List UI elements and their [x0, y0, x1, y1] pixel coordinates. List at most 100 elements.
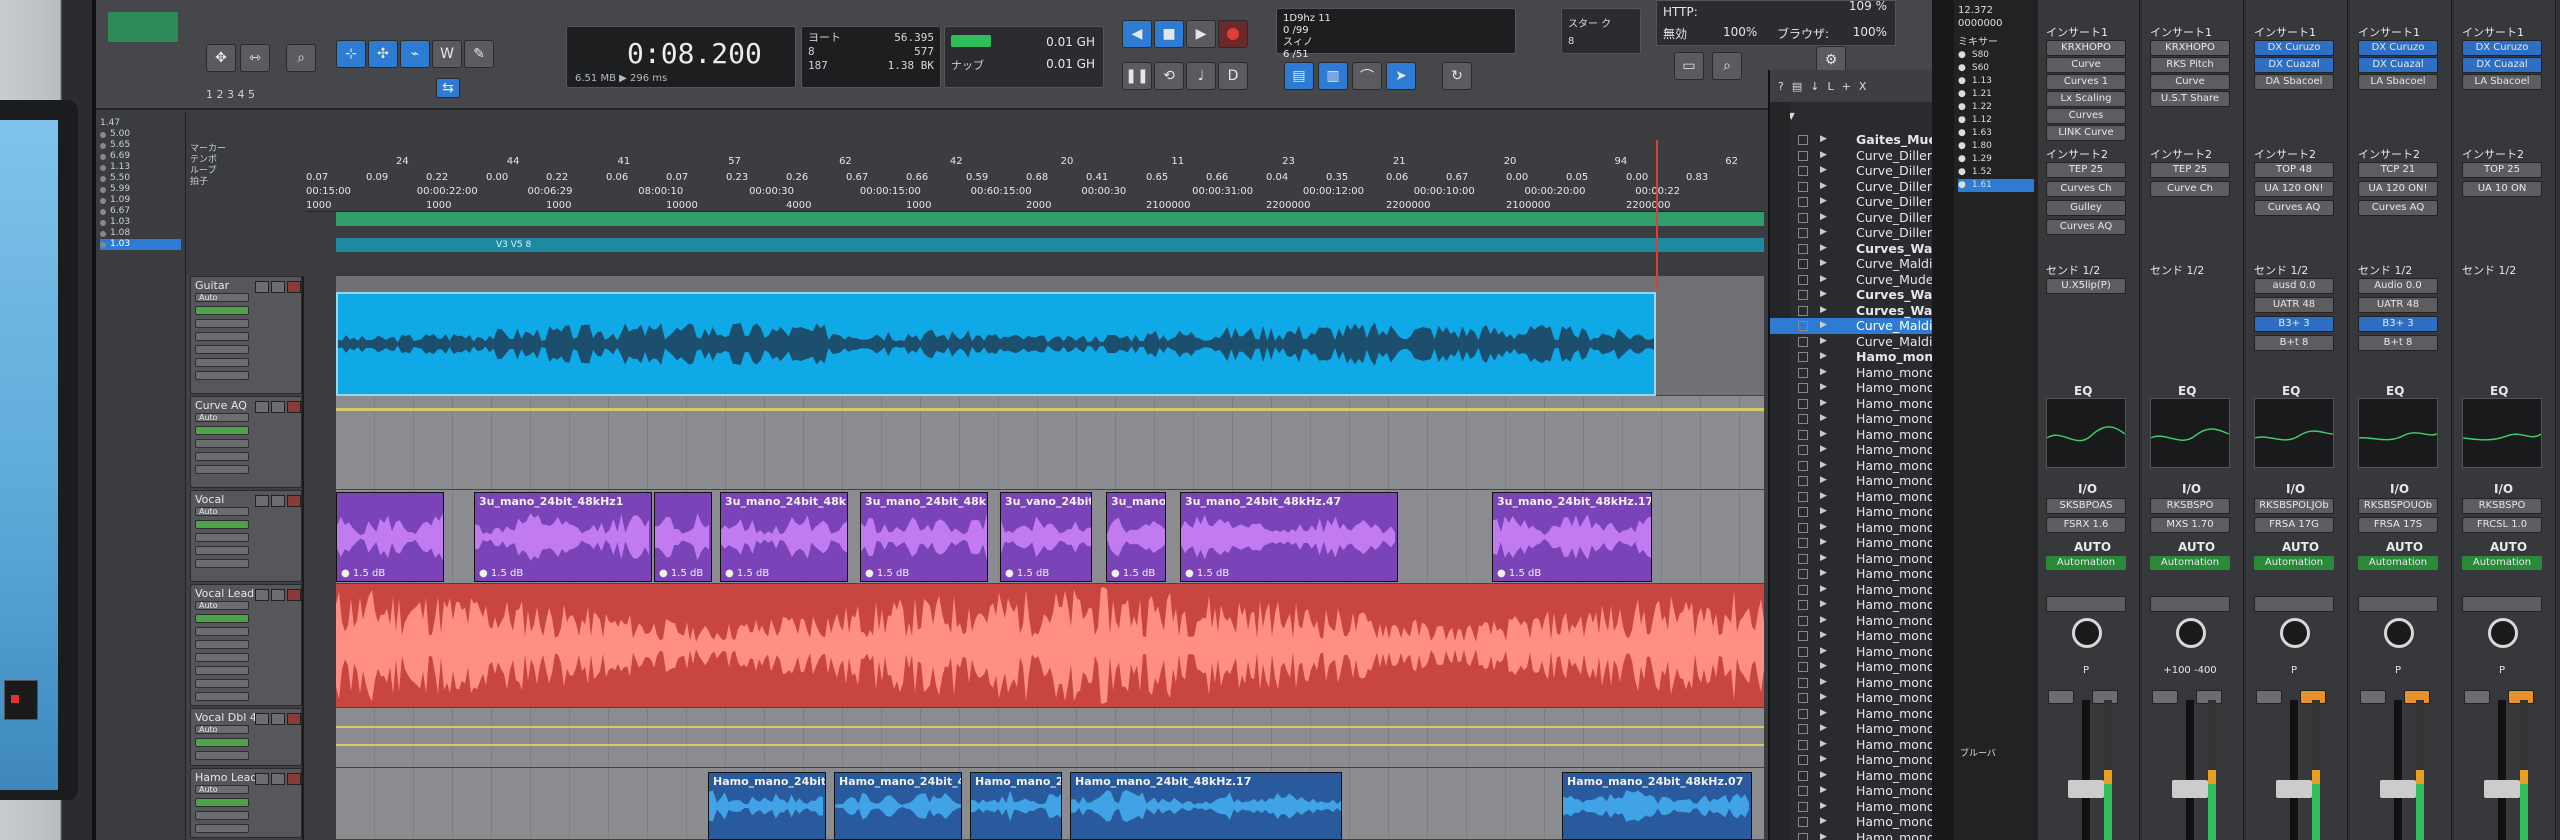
checkbox-icon[interactable] [1798, 445, 1808, 455]
checkbox-icon[interactable] [1798, 755, 1808, 765]
automation-mode-button[interactable]: Automation [2254, 556, 2334, 570]
insert-slot[interactable]: Gulley [2046, 200, 2126, 216]
expand-arrow-icon[interactable]: ▶ [1820, 675, 1827, 691]
output-selector[interactable]: FRSA 17S [2358, 517, 2438, 533]
expand-arrow-icon[interactable]: ▶ [1820, 427, 1827, 443]
send-slot[interactable]: B3+ 3 [2358, 316, 2438, 332]
track-header[interactable]: Vocal Auto [190, 490, 302, 582]
checkbox-icon[interactable] [1798, 429, 1808, 440]
expand-arrow-icon[interactable]: ▶ [1820, 504, 1827, 520]
checkbox-icon[interactable] [1798, 662, 1808, 672]
track-control[interactable] [195, 666, 249, 675]
track-header[interactable]: Curve AQ Auto [190, 396, 302, 488]
volume-fader-handle[interactable] [2276, 780, 2312, 798]
record-button[interactable] [1218, 20, 1248, 48]
hamo-clip[interactable]: Hamo_mano_24bit_48kHz.11 [834, 772, 962, 840]
output-selector[interactable]: FSRX 1.6 [2046, 517, 2126, 533]
checkbox-icon[interactable] [1798, 274, 1808, 285]
checkbox-icon[interactable] [1798, 770, 1808, 781]
insert-slot[interactable]: U.S.T Share [2150, 91, 2230, 107]
track-header[interactable]: Hamo Lead Auto [190, 768, 302, 838]
checkbox-icon[interactable] [1798, 615, 1808, 626]
checkbox-icon[interactable] [1798, 693, 1808, 703]
expand-arrow-icon[interactable]: ▶ [1820, 380, 1827, 396]
expand-arrow-icon[interactable]: ▶ [1820, 365, 1827, 381]
mixer-toggle-icon[interactable]: ▥ [1318, 62, 1348, 90]
checkbox-icon[interactable] [1798, 197, 1808, 207]
vocal-clip[interactable]: 3u_mano_24bit_48kHz.17 ● 1.5 dB [1492, 492, 1652, 582]
vocal-clip[interactable]: ● 1.5 dB [336, 492, 444, 582]
hamo-clip[interactable]: Hamo_mano_24bit_48kHz.07 [1562, 772, 1752, 840]
send-slot[interactable]: B+t 8 [2358, 335, 2438, 351]
track-control[interactable] [195, 426, 249, 435]
insert-slot[interactable]: DX Curuzo [2254, 40, 2334, 56]
vocal-clip[interactable]: 3u_mano_24bit_48kHz2 ● 1.5 dB [720, 492, 848, 582]
solo-button[interactable] [271, 495, 285, 507]
track-control[interactable] [195, 332, 249, 341]
checkbox-icon[interactable] [1798, 832, 1808, 840]
checkbox-icon[interactable] [1798, 786, 1808, 796]
output-selector[interactable]: FRSA 17G [2254, 517, 2334, 533]
expand-arrow-icon[interactable]: ▶ [1820, 706, 1827, 722]
eq-display[interactable] [2358, 398, 2438, 468]
checkbox-icon[interactable] [1798, 801, 1808, 812]
track-control[interactable] [195, 640, 249, 649]
insert-slot[interactable]: LINK Curve [2046, 125, 2126, 141]
automation-read-button[interactable] [2462, 596, 2542, 612]
checkbox-icon[interactable] [1798, 724, 1808, 734]
eq-display[interactable] [2254, 398, 2334, 468]
expand-arrow-icon[interactable]: ▶ [1820, 318, 1827, 334]
mute-button[interactable] [255, 773, 269, 785]
record-mode-indicator[interactable] [108, 12, 178, 42]
checkbox-icon[interactable] [1798, 352, 1808, 362]
track-control[interactable] [195, 533, 249, 542]
expand-arrow-icon[interactable]: ▶ [1820, 396, 1827, 412]
expand-arrow-icon[interactable]: ▶ [1820, 458, 1827, 474]
insert-slot[interactable]: TCP 21 [2358, 162, 2438, 178]
expand-arrow-icon[interactable]: ▶ [1820, 768, 1827, 784]
insert-slot[interactable]: Curves AQ [2358, 200, 2438, 216]
track-overview-item[interactable]: 6.69 [100, 151, 181, 162]
track-control[interactable] [195, 692, 249, 701]
play-button[interactable]: ▶ [1186, 20, 1216, 48]
insert-slot[interactable]: DX Cuazal [2358, 57, 2438, 73]
view-toggle-icon[interactable]: ▤ [1284, 62, 1314, 90]
track-overview-item[interactable]: 6.67 [100, 206, 181, 217]
track-automation-control[interactable]: Auto [195, 413, 249, 422]
expand-arrow-icon[interactable]: ▶ [1820, 210, 1827, 226]
insert-slot[interactable]: UA 10 ON [2462, 181, 2542, 197]
window-icon[interactable]: ▭ [1674, 52, 1704, 80]
input-selector[interactable]: RKSBSPOUOb [2358, 498, 2438, 514]
insert-slot[interactable]: LA Sbacoel [2358, 74, 2438, 90]
pan-knob[interactable] [2176, 618, 2206, 648]
mixer-track-item[interactable]: ● 1.63 [1958, 127, 2034, 140]
guitar-lane[interactable] [336, 276, 1764, 396]
add-icon[interactable]: + [1842, 80, 1851, 93]
volume-fader-handle[interactable] [2172, 780, 2208, 798]
insert-slot[interactable]: UA 120 ON! [2254, 181, 2334, 197]
track-control[interactable] [195, 824, 249, 833]
send-slot[interactable]: Audio 0.0 [2358, 278, 2438, 294]
track-control[interactable] [195, 679, 249, 688]
checkbox-icon[interactable] [1798, 228, 1808, 238]
mute-button[interactable] [2152, 690, 2178, 704]
track-control[interactable] [195, 452, 249, 461]
scale-tool-icon[interactable]: ⇿ [240, 44, 270, 72]
send-slot[interactable]: B3+ 3 [2254, 316, 2334, 332]
mixer-track-item[interactable]: ● 1.13 [1958, 75, 2034, 88]
eq-display[interactable] [2046, 398, 2126, 468]
insert-slot[interactable]: KRXHOPO [2046, 40, 2126, 56]
insert-slot[interactable]: DA Sbacoel [2254, 74, 2334, 90]
insert-slot[interactable]: Curve Ch [2150, 181, 2230, 197]
punch-button[interactable]: D [1218, 62, 1248, 90]
expand-arrow-icon[interactable]: ▶ [1820, 163, 1827, 179]
checkbox-icon[interactable] [1798, 135, 1808, 145]
sync-icon[interactable]: ↻ [1442, 62, 1472, 90]
track-control[interactable] [195, 614, 249, 623]
send-slot[interactable]: U.X5lip(P) [2046, 278, 2126, 294]
expand-arrow-icon[interactable]: ▶ [1820, 241, 1827, 257]
list-tab[interactable]: L [1827, 80, 1833, 93]
mixer-track-item[interactable]: ● S60 [1958, 62, 2034, 75]
insert-slot[interactable]: LA Sbacoel [2462, 74, 2542, 90]
loop-button[interactable]: ⟲ [1154, 62, 1184, 90]
